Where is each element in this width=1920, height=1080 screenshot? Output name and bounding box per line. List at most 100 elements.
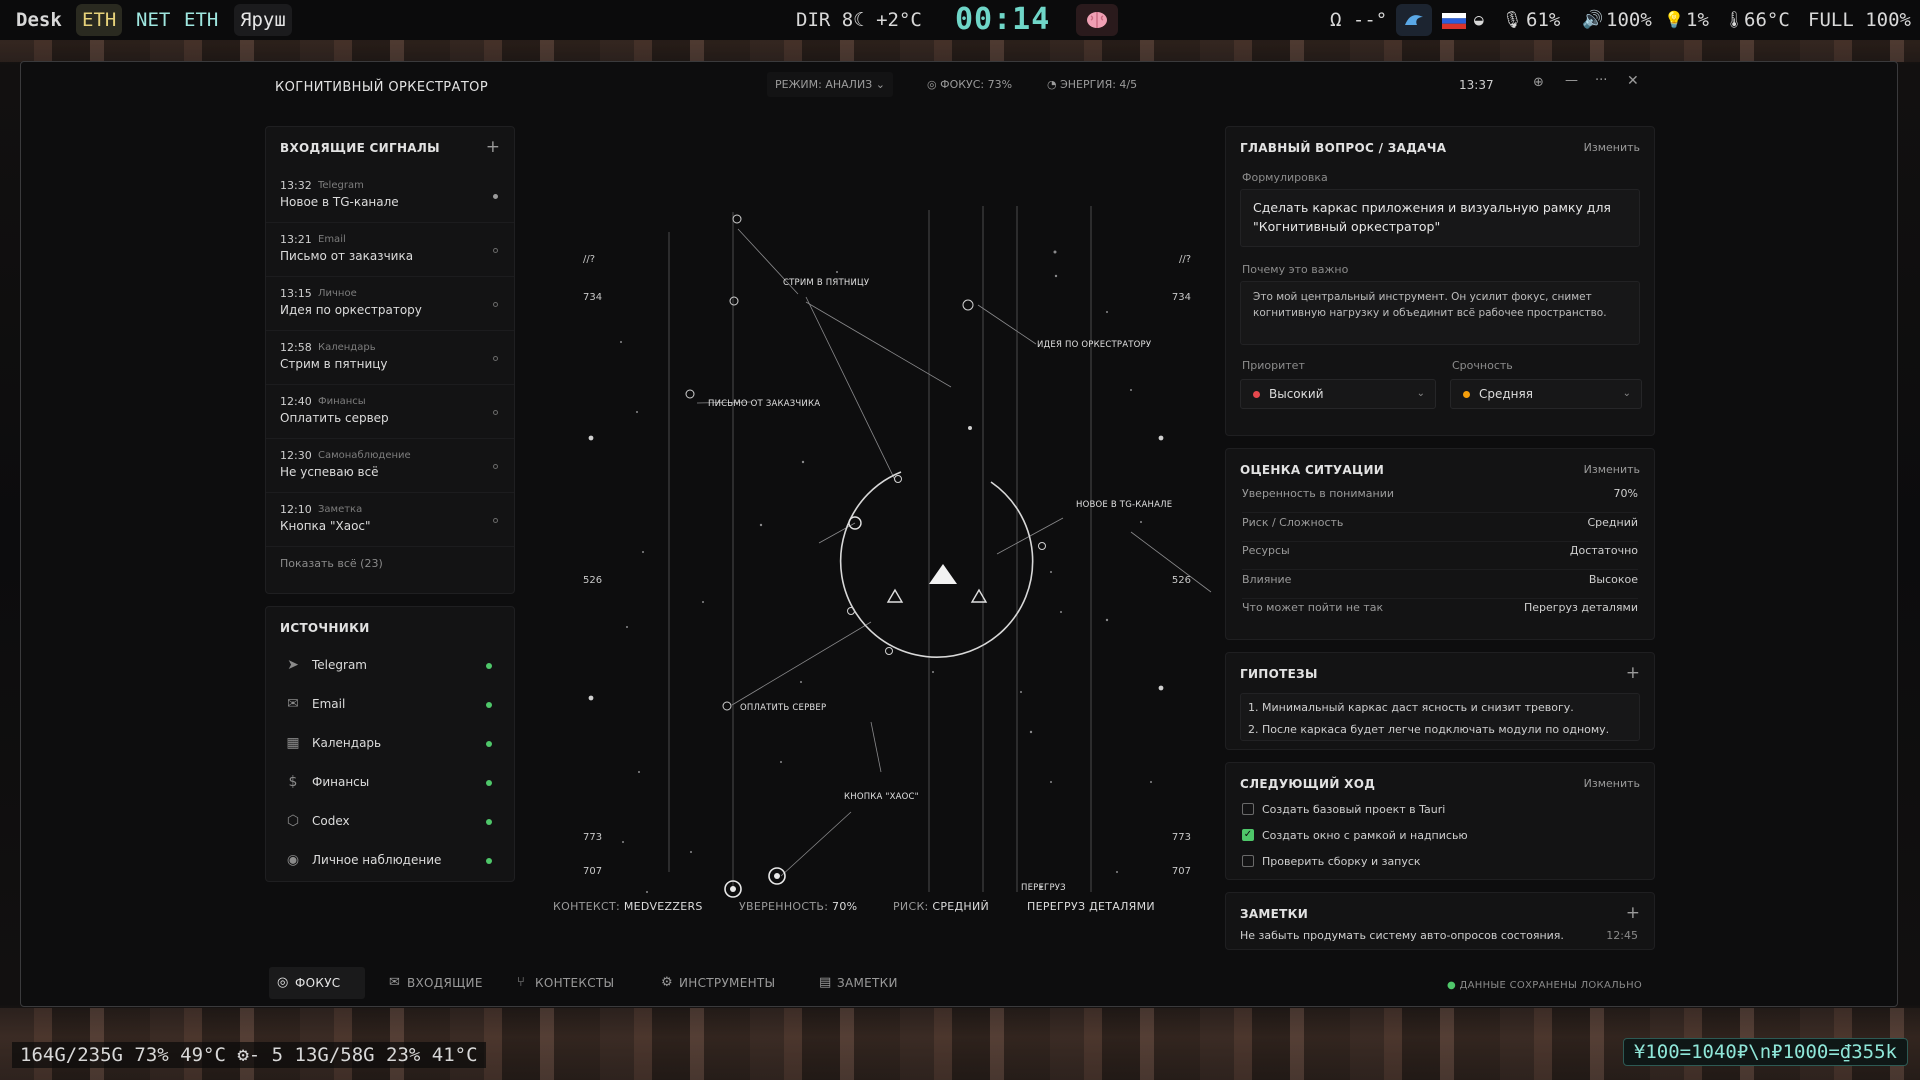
edit-main-question-button[interactable]: Изменить bbox=[1584, 141, 1640, 154]
wallpaper-strip-top bbox=[0, 38, 1920, 62]
node-label-pay: ОПЛАТИТЬ СЕРВЕР bbox=[740, 703, 826, 713]
node-label-overload: ПЕРЕГРУЗ bbox=[1021, 883, 1066, 893]
signal-item[interactable]: 12:40 Финансы Оплатить сервер bbox=[266, 387, 514, 439]
assessment-row: Ресурсы Достаточно bbox=[1242, 544, 1638, 571]
tab-notes[interactable]: ▤ ЗАМЕТКИ bbox=[811, 967, 911, 999]
next-step-item[interactable]: ✓ Создать окно с рамкой и надписью bbox=[1242, 829, 1468, 842]
signal-category: Telegram bbox=[318, 180, 364, 191]
signal-category: Заметка bbox=[318, 504, 363, 515]
signal-item[interactable]: 13:21 Email Письмо от заказчика bbox=[266, 225, 514, 277]
send-icon: ➤ bbox=[287, 657, 299, 673]
chevron-down-icon: ⌄ bbox=[875, 78, 885, 91]
lightbulb-icon: 💡 bbox=[1664, 10, 1684, 29]
signal-text: Стрим в пятницу bbox=[280, 357, 388, 371]
checkbox[interactable] bbox=[1242, 855, 1254, 867]
workspace-label[interactable]: Desk bbox=[16, 0, 62, 40]
assessment-value: Перегруз деталями bbox=[1523, 601, 1638, 615]
disk-stats: 164G/235G 73% 49°C ⚙- 5 13G/58G 23% 41°C bbox=[12, 1042, 486, 1068]
brightness-readout[interactable]: 1% bbox=[1686, 0, 1709, 40]
next-step-item[interactable]: Создать базовый проект в Tauri bbox=[1242, 803, 1445, 816]
side-label-left-top: //? bbox=[583, 254, 595, 265]
mode-selector[interactable]: РЕЖИМ: АНАЛИЗ ⌄ bbox=[767, 72, 893, 97]
wave-icon[interactable] bbox=[1396, 4, 1432, 36]
dollar-icon: $ bbox=[288, 774, 298, 790]
source-item[interactable]: ▦ Календарь bbox=[266, 725, 514, 763]
urgency-value: Средняя bbox=[1479, 387, 1533, 401]
source-item[interactable]: ◉ Личное наблюдение bbox=[266, 842, 514, 880]
volume-readout[interactable]: 100% bbox=[1606, 0, 1652, 40]
branch-icon: ⑂ bbox=[517, 975, 526, 990]
urgency-dot bbox=[1463, 391, 1470, 398]
signal-time: 12:40 bbox=[280, 395, 312, 408]
signal-item[interactable]: 12:58 Календарь Стрим в пятницу bbox=[266, 333, 514, 385]
graph-canvas: //? 734 526 773 707 //? 734 526 773 707 … bbox=[583, 206, 1212, 898]
app-window: КОГНИТИВНЫЙ ОРКЕСТРАТОР РЕЖИМ: АНАЛИЗ ⌄ … bbox=[20, 61, 1898, 1007]
system-bottom-bar: 164G/235G 73% 49°C ⚙- 5 13G/58G 23% 41°C… bbox=[0, 1036, 1920, 1074]
show-all-link[interactable]: Показать всё (23) bbox=[280, 557, 383, 570]
tab-focus[interactable]: ◎ ФОКУС bbox=[269, 967, 365, 999]
source-item[interactable]: ➤ Telegram bbox=[266, 647, 514, 685]
why-field[interactable]: Это мой центральный инструмент. Он усили… bbox=[1240, 281, 1640, 345]
signal-item[interactable]: 13:15 Личное Идея по оркестратору bbox=[266, 279, 514, 331]
more-icon[interactable]: ··· bbox=[1595, 73, 1607, 88]
add-signal-icon[interactable]: + bbox=[486, 137, 500, 157]
add-note-icon[interactable]: + bbox=[1626, 903, 1640, 923]
main-question-title: ГЛАВНЫЙ ВОПРОС / ЗАДАЧА bbox=[1240, 141, 1447, 155]
edit-assessment-button[interactable]: Изменить bbox=[1584, 463, 1640, 476]
signal-item[interactable]: 12:30 Самонаблюдение Не успеваю всё bbox=[266, 441, 514, 493]
signal-item[interactable]: 13:32 Telegram Новое в TG-канале bbox=[266, 171, 514, 223]
signal-category: Финансы bbox=[318, 396, 366, 407]
eth-indicator[interactable]: ETH bbox=[76, 4, 123, 36]
net-indicator[interactable]: NET bbox=[136, 0, 170, 40]
signal-text: Идея по оркестратору bbox=[280, 303, 422, 317]
close-icon[interactable]: ✕ bbox=[1627, 73, 1639, 89]
formulation-field[interactable]: Сделать каркас приложения и визуальную р… bbox=[1240, 189, 1640, 247]
omega-readout: Ω --° bbox=[1330, 9, 1388, 31]
source-item[interactable]: ✉ Email bbox=[266, 686, 514, 724]
bluetooth-icon[interactable]: ◒ bbox=[1474, 0, 1484, 40]
notes-panel: ЗАМЕТКИ + Не забыть продумать систему ав… bbox=[1225, 892, 1655, 950]
tab-incoming[interactable]: ✉ ВХОДЯЩИЕ bbox=[381, 967, 491, 999]
mode-label: РЕЖИМ: АНАЛИЗ bbox=[775, 78, 873, 91]
source-item[interactable]: $ Финансы bbox=[266, 764, 514, 802]
minimize-icon[interactable]: — bbox=[1565, 73, 1578, 88]
mail-icon: ✉ bbox=[287, 696, 299, 712]
side-label-right-773: 773 bbox=[1172, 832, 1191, 843]
note-text[interactable]: Не забыть продумать систему авто-опросов… bbox=[1240, 929, 1564, 942]
priority-select[interactable]: Высокий ⌄ bbox=[1240, 379, 1436, 409]
next-step-item[interactable]: Проверить сборку и запуск bbox=[1242, 855, 1421, 868]
tab-contexts[interactable]: ⑂ КОНТЕКСТЫ bbox=[509, 967, 619, 999]
context-indicator: КОНТЕКСТ: MEDVEZZERS bbox=[553, 900, 703, 913]
focus-value: ФОКУС: 73% bbox=[940, 78, 1013, 91]
chevron-down-icon: ⌄ bbox=[1416, 388, 1425, 399]
assessment-value: Достаточно bbox=[1569, 544, 1638, 558]
eth-net-indicator[interactable]: ETH bbox=[184, 0, 218, 40]
tab-incoming-label: ВХОДЯЩИЕ bbox=[407, 976, 483, 990]
target-icon: ◎ bbox=[277, 975, 289, 990]
keyboard-layout[interactable]: Яруш bbox=[234, 4, 292, 36]
assessment-panel: ОЦЕНКА СИТУАЦИИ Изменить Уверенность в п… bbox=[1225, 448, 1655, 640]
source-item[interactable]: ⬡ Codex bbox=[266, 803, 514, 841]
add-hypothesis-icon[interactable]: + bbox=[1626, 663, 1640, 683]
microphone-icon[interactable]: 🎙 bbox=[1502, 0, 1522, 40]
pin-icon[interactable]: ⊕ bbox=[1533, 75, 1544, 90]
urgency-select[interactable]: Средняя ⌄ bbox=[1450, 379, 1642, 409]
signal-text: Новое в TG-канале bbox=[280, 195, 399, 209]
russian-flag-icon[interactable] bbox=[1442, 0, 1466, 40]
signal-item[interactable]: 12:10 Заметка Кнопка "Хаос" bbox=[266, 495, 514, 547]
edit-next-move-button[interactable]: Изменить bbox=[1584, 777, 1640, 790]
tab-tools[interactable]: ⚙ ИНСТРУМЕНТЫ bbox=[653, 967, 783, 999]
checkbox[interactable]: ✓ bbox=[1242, 829, 1254, 841]
brain-icon[interactable] bbox=[1076, 4, 1118, 36]
side-label-left-734: 734 bbox=[583, 292, 602, 303]
signal-graph[interactable]: //? 734 526 773 707 //? 734 526 773 707 … bbox=[551, 132, 1221, 942]
next-step-text: Создать базовый проект в Tauri bbox=[1262, 803, 1446, 816]
assessment-value: Средний bbox=[1587, 515, 1638, 529]
energy-icon: ◔ bbox=[1047, 78, 1061, 91]
target-icon: ◎ bbox=[927, 78, 941, 91]
graph-gridlines bbox=[668, 206, 1092, 892]
volume-icon[interactable]: 🔊 bbox=[1582, 0, 1603, 40]
currency-widget[interactable]: ¥100=1040₽\n₽1000=₫355k bbox=[1622, 1038, 1908, 1066]
incoming-title: ВХОДЯЩИЕ СИГНАЛЫ bbox=[280, 141, 440, 155]
checkbox[interactable] bbox=[1242, 803, 1254, 815]
